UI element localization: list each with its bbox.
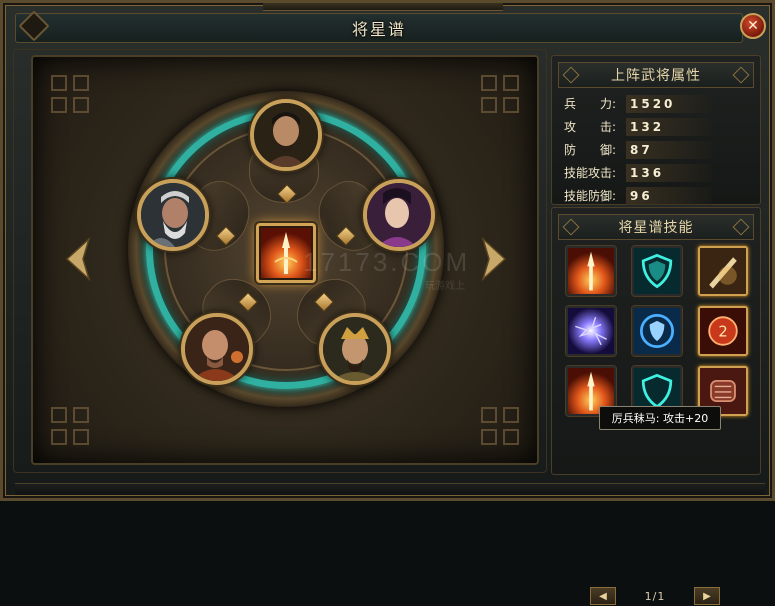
attr-value: 136 [626,163,712,182]
attributes-panel: 上阵武将属性 兵 力: 1520 攻 击: 132 防 御: 87 技能攻击: … [551,55,761,205]
attr-row-defense: 防 御: 87 [552,138,760,161]
next-arrow-icon[interactable] [481,237,507,281]
attributes-panel-title: 上阵武将属性 [558,62,754,88]
attr-row-troops: 兵 力: 1520 [552,92,760,115]
knot-ornament-icon [51,407,89,445]
skills-grid: 2 [566,246,748,416]
monk-warrior-portrait-icon [185,317,249,381]
page-indicator: 1/1 [644,589,666,603]
strategist-portrait-icon [367,183,431,247]
knot-ornament-icon [481,407,519,445]
spear-fire-icon [568,248,614,294]
attr-label: 技能防御: [564,189,617,203]
prev-page-button[interactable]: ◀ [590,587,616,605]
title-bar: 将星谱 [15,13,743,43]
skill-slot[interactable] [632,246,682,296]
star-chart-stage: 17173.COM 玩游戏上 [31,55,539,465]
sword-strike-icon [700,248,746,294]
general-portrait-left[interactable] [137,179,209,251]
skills-pager: ◀ 1/1 ▶ [590,586,720,606]
watermark: 17173.COM [303,247,471,277]
skill-slot[interactable] [698,246,748,296]
attr-value: 96 [626,186,712,205]
bottom-bar [15,483,765,495]
attr-value: 1520 [626,94,712,113]
attr-label: 防 御: [564,143,617,157]
skill-slot[interactable] [632,306,682,356]
skill-slot[interactable] [566,246,616,296]
attr-label: 兵 力: [564,97,617,111]
fire-rune-icon: 2 [700,308,746,354]
general-portrait-top[interactable] [250,99,322,171]
teal-shield-icon [634,248,680,294]
window-title: 将星谱 [351,20,406,39]
skills-panel-title: 将星谱技能 [558,214,754,240]
attr-row-attack: 攻 击: 132 [552,115,760,138]
warrior-portrait-icon [254,103,318,167]
skill-tooltip: 厉兵秣马: 攻击+20 [599,406,721,430]
crowned-general-portrait-icon [323,317,387,381]
attr-row-skill-attack: 技能攻击: 136 [552,161,760,184]
prev-arrow-icon[interactable] [65,237,91,281]
star-chart-window: 将星谱 ✕ 17173.COM 玩游戏上 上阵武将属性 兵 力: 1520 攻 … [0,0,775,605]
attr-row-skill-defense: 技能防御: 96 [552,184,760,207]
attr-label: 技能攻击: [564,166,617,180]
watermark-sub: 玩游戏上 [425,281,465,292]
attr-label: 攻 击: [564,120,617,134]
general-portrait-bottom-right[interactable] [319,313,391,385]
skills-panel: 将星谱技能 2 ◀ 1/1 ▶ [551,207,761,605]
attr-value: 132 [626,117,712,136]
skill-slot[interactable]: 2 [698,306,748,356]
elder-general-portrait-icon [141,183,205,247]
general-portrait-right[interactable] [363,179,435,251]
attr-value: 87 [626,140,712,159]
close-button[interactable]: ✕ [740,13,766,39]
blue-shield-icon [634,308,680,354]
skill-slot[interactable] [566,306,616,356]
svg-text:2: 2 [718,324,727,341]
knot-ornament-icon [481,75,519,113]
next-page-button[interactable]: ▶ [693,587,720,605]
knot-ornament-icon [51,75,89,113]
top-resource-strip [263,3,503,11]
lightning-orb-icon [568,308,614,354]
general-portrait-bottom-left[interactable] [181,313,253,385]
